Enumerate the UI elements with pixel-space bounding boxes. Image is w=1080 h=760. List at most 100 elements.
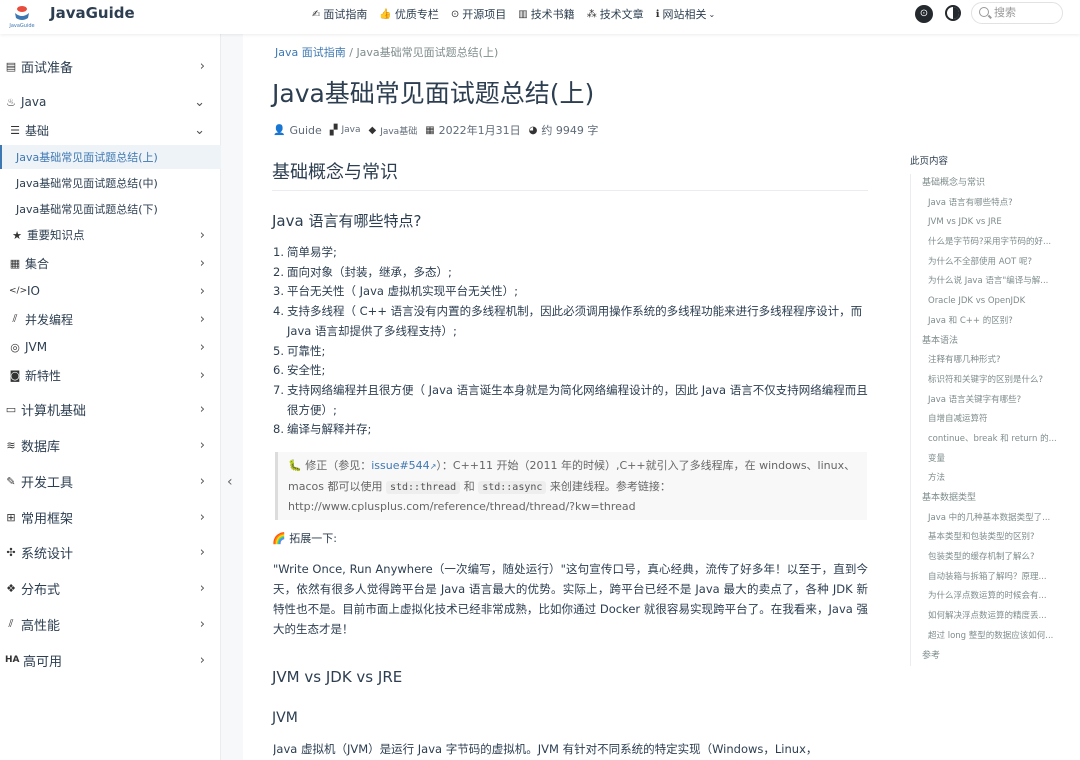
- chevron-right-icon: ›: [199, 509, 205, 525]
- toc-item[interactable]: Java 中的几种基本数据类型了...: [911, 509, 1070, 529]
- sidebar-item-database[interactable]: ≋ 数据库 ›: [0, 434, 221, 456]
- toc-item[interactable]: 什么是字节码?采用字节码的好...: [911, 233, 1070, 253]
- toc-item[interactable]: 自动装箱与拆箱了解吗？原理...: [911, 568, 1070, 588]
- chevron-right-icon: ›: [199, 311, 205, 327]
- wrench-icon: ✎: [6, 474, 16, 488]
- nav-link-articles[interactable]: ⁂ 技术文章: [587, 6, 644, 22]
- chevron-right-icon: ›: [199, 437, 205, 453]
- sidebar-item-java-basics-1[interactable]: Java基础常见面试题总结(上): [0, 145, 221, 169]
- sidebar-item-interview-prep[interactable]: ▤ 面试准备 ›: [0, 55, 221, 77]
- toc-item[interactable]: JVM vs JDK vs JRE: [911, 213, 1070, 233]
- nav-link-interview-guide[interactable]: ✍ 面试指南: [312, 6, 367, 22]
- toc-item[interactable]: 为什么不全部使用 AOT 呢?: [911, 253, 1070, 273]
- sidebar-item-basics[interactable]: ☰ 基础 ⌄: [0, 120, 221, 140]
- info-icon: ℹ: [655, 8, 660, 20]
- chevron-down-icon: ⌄: [194, 94, 205, 110]
- chart-icon: ⫽: [12, 312, 18, 325]
- sliders-icon: ☰: [10, 123, 20, 137]
- toc-item[interactable]: Java 语言关键字有哪些?: [911, 391, 1070, 411]
- sidebar-item-java[interactable]: ♨ Java ⌄: [0, 92, 221, 112]
- chevron-right-icon: ›: [199, 339, 205, 355]
- toc-item[interactable]: 注释有哪几种形式?: [911, 351, 1070, 371]
- sidebar-item-label: 重要知识点: [27, 228, 85, 242]
- toc-item[interactable]: 基本语法: [911, 332, 1070, 352]
- user-icon: 👤: [273, 124, 286, 136]
- toc-item[interactable]: 自增自减运算符: [911, 410, 1070, 430]
- nav-link-open-source[interactable]: ⊙ 开源项目: [451, 6, 506, 22]
- pen-icon: ✍: [312, 8, 321, 20]
- breadcrumb-parent-link[interactable]: Java 面试指南: [275, 46, 346, 59]
- word-count: 约 9949 字: [541, 124, 599, 137]
- breadcrumb-current: Java基础常见面试题总结(上): [356, 46, 499, 59]
- toc-item[interactable]: 为什么说 Java 语言"编译与解...: [911, 272, 1070, 292]
- sidebar-item-io[interactable]: </> IO ›: [0, 281, 221, 301]
- toc-item[interactable]: 超过 long 整型的数据应该如何...: [911, 627, 1070, 647]
- toc-item[interactable]: Oracle JDK vs OpenJDK: [911, 292, 1070, 312]
- toc-item[interactable]: 变量: [911, 450, 1070, 470]
- toc-item[interactable]: 如何解决浮点数运算的精度丢...: [911, 607, 1070, 627]
- sidebar-item-java-basics-3[interactable]: Java基础常见面试题总结(下): [0, 197, 221, 221]
- toc-item[interactable]: 包装类型的缓存机制了解么?: [911, 548, 1070, 568]
- sidebar-item-new-features[interactable]: ◙ 新特性 ›: [0, 365, 221, 385]
- collection-icon: ▦: [9, 256, 21, 270]
- paragraph: "Write Once, Run Anywhere（一次编写，随处运行）"这句宣…: [273, 562, 868, 636]
- subsubsection-heading: JVM: [272, 710, 298, 726]
- toc-item[interactable]: 方法: [911, 469, 1070, 489]
- sidebar-item-label: 新特性: [25, 368, 62, 383]
- sidebar-item-availability[interactable]: HA 高可用 ›: [0, 649, 221, 671]
- toc-item[interactable]: 参考: [911, 647, 1070, 667]
- jvm-icon: ◎: [10, 340, 20, 354]
- feature-list: 1. 简单易学; 2. 面向对象（封装，继承，多态）; 3. 平台无关性（ Java …: [273, 243, 868, 440]
- nav-link-books[interactable]: ▥ 技术书籍: [518, 6, 574, 22]
- sidebar-item-cs-basics[interactable]: ▭ 计算机基础 ›: [0, 398, 221, 420]
- theme-toggle-icon[interactable]: [945, 5, 961, 21]
- sidebar-item-label: 常用框架: [21, 511, 74, 527]
- search-input[interactable]: 搜索: [971, 2, 1063, 24]
- sidebar-item-distributed[interactable]: ❖ 分布式 ›: [0, 577, 221, 599]
- author-link[interactable]: Guide: [289, 124, 321, 137]
- sidebar-item-label: 基础: [25, 123, 50, 138]
- toc-item[interactable]: Java 语言有哪些特点?: [911, 194, 1070, 214]
- sidebar-item-collections[interactable]: ▦ 集合 ›: [0, 253, 221, 273]
- toc-item[interactable]: 标识符和关键字的区别是什么?: [911, 371, 1070, 391]
- nav-link-site-related[interactable]: ℹ 网站相关 ⌄: [656, 6, 716, 22]
- design-icon: ✣: [6, 545, 16, 559]
- sidebar-item-jvm[interactable]: ◎ JVM ›: [0, 337, 221, 357]
- github-icon[interactable]: ⊙: [915, 5, 933, 23]
- toc-item[interactable]: 基本类型和包装类型的区别?: [911, 528, 1070, 548]
- sidebar-item-system-design[interactable]: ✣ 系统设计 ›: [0, 541, 221, 563]
- sidebar-item-label: 计算机基础: [21, 403, 87, 419]
- nav-link-label: 优质专栏: [394, 8, 439, 21]
- site-brand[interactable]: JavaGuide: [50, 4, 135, 22]
- issue-link[interactable]: issue#544: [371, 459, 429, 472]
- chevron-down-icon: ⌄: [708, 9, 716, 19]
- toc-item[interactable]: Java 和 C++ 的区别?: [911, 312, 1070, 332]
- sidebar-item-key-points[interactable]: ★ 重要知识点 ›: [0, 225, 221, 245]
- sidebar-item-frameworks[interactable]: ⊞ 常用框架 ›: [0, 506, 221, 528]
- list-item: 7. 支持网络编程并且很方便（ Java 语言诞生本身就是为简化网络编程设计的，因…: [273, 382, 868, 417]
- star-icon: ★: [12, 228, 22, 242]
- toc-item[interactable]: 为什么浮点数运算的时候会有...: [911, 587, 1070, 607]
- chevron-down-icon: ⌄: [194, 122, 205, 138]
- tag-link[interactable]: Java基础: [380, 124, 417, 137]
- sidebar-collapse-toggle[interactable]: ‹: [221, 34, 243, 760]
- toc-item[interactable]: 基本数据类型: [911, 489, 1070, 509]
- sidebar-item-dev-tools[interactable]: ✎ 开发工具 ›: [0, 470, 221, 492]
- list-item: 5. 可靠性;: [273, 343, 326, 358]
- category-icon: ▞: [329, 124, 338, 136]
- toc-item[interactable]: 基础概念与常识: [911, 174, 1070, 194]
- chevron-left-icon: ‹: [227, 474, 233, 490]
- toc-item[interactable]: continue、break 和 return 的...: [911, 430, 1070, 450]
- correction-note: 🐛 修正（参见：issue#544↗）：C++11 开始（2011 年的时候）,…: [275, 452, 867, 520]
- sidebar-item-java-basics-2[interactable]: Java基础常见面试题总结(中): [0, 171, 221, 195]
- category-link[interactable]: Java: [341, 125, 360, 135]
- list-item: 1. 简单易学;: [273, 245, 337, 259]
- javaguide-logo[interactable]: JavaGuide: [8, 3, 36, 29]
- nav-link-columns[interactable]: 👍 优质专栏: [379, 6, 438, 22]
- sidebar-item-concurrency[interactable]: ⫽ 并发编程 ›: [0, 309, 221, 329]
- pie-icon: ◕: [528, 124, 538, 136]
- sidebar-item-performance[interactable]: ⫽ 高性能 ›: [0, 613, 221, 635]
- tag-icon: ◆: [368, 124, 377, 136]
- code-std-thread: std::thread: [385, 480, 461, 494]
- sidebar: ▤ 面试准备 › ♨ Java ⌄ ☰ 基础 ⌄ Java基础常见面试题总结(上…: [0, 34, 221, 760]
